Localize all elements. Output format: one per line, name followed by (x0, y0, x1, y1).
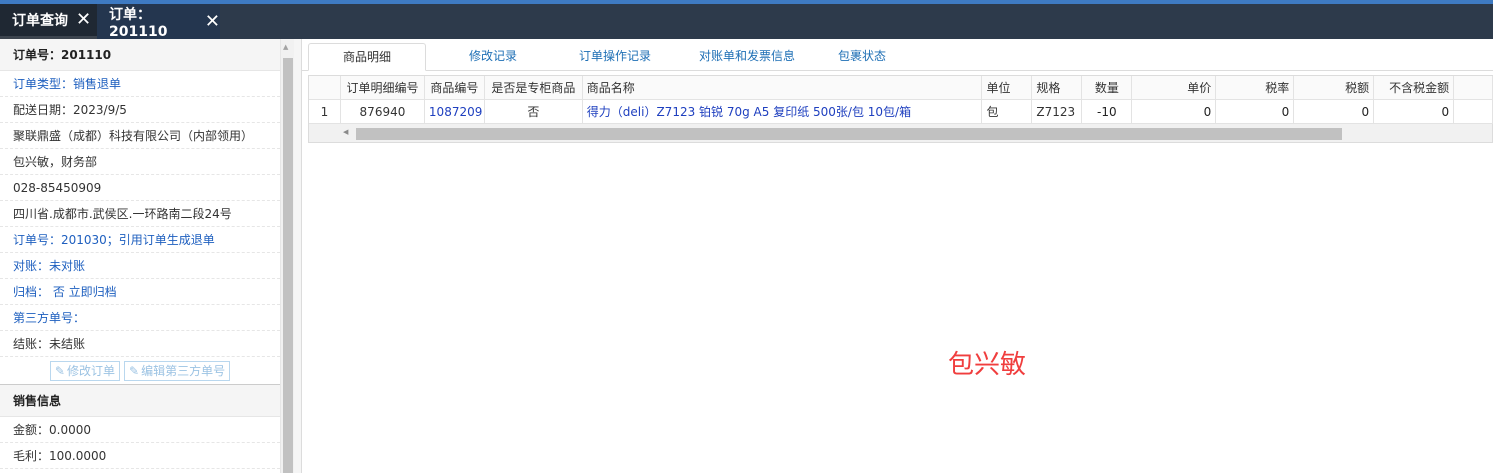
grid-header-row: 订单明细编号 商品编号 是否是专柜商品 商品名称 单位 规格 数量 单价 税率 … (309, 76, 1493, 100)
column-header[interactable]: 不含税金额 (1374, 76, 1455, 100)
settle-status: 结账：未结账 (0, 331, 280, 357)
scrollbar-thumb[interactable] (283, 58, 293, 473)
extra-cell (1454, 100, 1493, 124)
tab-package-status[interactable]: 包裹状态 (822, 43, 902, 71)
net-amount-cell: 0 (1374, 100, 1455, 124)
column-header-extra (1454, 76, 1493, 100)
price-cell: 0 (1132, 100, 1217, 124)
archive-status[interactable]: 归档： 否 立即归档 (0, 279, 280, 305)
column-header[interactable]: 税额 (1294, 76, 1375, 100)
tab-order-201110[interactable]: 订单：201110 ✕ (97, 4, 220, 40)
contact-person: 包兴敏，财务部 (0, 149, 280, 175)
detail-tab-bar: 商品明细 修改记录 订单操作记录 对账单和发票信息 包裹状态 (302, 39, 1493, 71)
reference-order[interactable]: 订单号：201030；引用订单生成退单 (0, 227, 280, 253)
modify-order-button[interactable]: ✎ 修改订单 (49, 360, 120, 381)
column-header[interactable]: 订单明细编号 (340, 76, 425, 100)
product-detail-grid: 订单明细编号 商品编号 是否是专柜商品 商品名称 单位 规格 数量 单价 税率 … (308, 75, 1493, 143)
table-row[interactable]: 1 876940 1087209 否 得力（deli）Z7123 铂锐 70g … (309, 100, 1493, 124)
scrollbar-thumb[interactable] (356, 128, 1342, 140)
tab-invoice-info[interactable]: 对账单和发票信息 (682, 43, 812, 71)
column-header[interactable]: 税率 (1216, 76, 1295, 100)
column-header[interactable]: 单位 (982, 76, 1033, 100)
tax-cell: 0 (1294, 100, 1375, 124)
tab-operation-log[interactable]: 订单操作记录 (558, 43, 672, 71)
is-counter-cell: 否 (484, 100, 583, 124)
column-header[interactable]: 商品名称 (582, 76, 983, 100)
column-header[interactable]: 是否是专柜商品 (484, 76, 583, 100)
spec-cell: Z7123 (1032, 100, 1083, 124)
tab-product-detail[interactable]: 商品明细 (308, 43, 426, 71)
row-index: 1 (309, 100, 341, 124)
phone-number: 028-85450909 (0, 175, 280, 201)
tab-label: 订单查询 (12, 13, 68, 29)
edit-icon: ✎ (129, 363, 140, 378)
grid-horizontal-scrollbar[interactable]: ◀ (309, 124, 1493, 143)
main-content: 商品明细 修改记录 订单操作记录 对账单和发票信息 包裹状态 订单明细编号 商品… (302, 39, 1493, 473)
tab-order-query[interactable]: 订单查询 ✕ (0, 4, 97, 39)
third-party-number: 第三方单号： (0, 305, 280, 331)
quantity-cell: -10 (1082, 100, 1133, 124)
order-number-title: 订单号：201110 (0, 39, 280, 71)
button-label: 编辑第三方单号 (141, 364, 226, 378)
panel-splitter[interactable] (294, 39, 302, 473)
product-name-link[interactable]: 得力（deli）Z7123 铂锐 70g A5 复印纸 500张/包 10包/箱 (582, 100, 983, 124)
column-header-index (309, 76, 341, 100)
edit-icon: ✎ (54, 363, 65, 378)
edit-third-party-button[interactable]: ✎ 编辑第三方单号 (124, 360, 231, 381)
tab-modify-log[interactable]: 修改记录 (438, 43, 548, 71)
scroll-up-icon[interactable]: ▲ (283, 43, 288, 51)
user-watermark: 包兴敏 (948, 350, 1027, 380)
sales-info-title: 销售信息 (0, 385, 280, 417)
column-header[interactable]: 单价 (1132, 76, 1217, 100)
scroll-left-icon[interactable]: ◀ (343, 128, 348, 136)
company-name: 聚联鼎盛（成都）科技有限公司（内部领用） (0, 123, 280, 149)
order-type: 订单类型：销售退单 (0, 71, 280, 97)
column-header[interactable]: 数量 (1082, 76, 1133, 100)
column-header[interactable]: 商品编号 (424, 76, 485, 100)
button-label: 修改订单 (66, 364, 115, 378)
tax-rate-cell: 0 (1216, 100, 1295, 124)
left-panel-scrollbar[interactable]: ▲ (281, 39, 294, 473)
column-header[interactable]: 规格 (1032, 76, 1083, 100)
close-icon[interactable]: ✕ (76, 11, 91, 29)
sales-amount: 金额：0.0000 (0, 417, 280, 443)
address: 四川省.成都市.武侯区.一环路南二段24号 (0, 201, 280, 227)
product-id-link[interactable]: 1087209 (424, 100, 485, 124)
unit-cell: 包 (982, 100, 1033, 124)
order-info-panel: 订单号：201110 订单类型：销售退单 配送日期：2023/9/5 聚联鼎盛（… (0, 39, 281, 473)
action-button-row: ✎ 修改订单 ✎ 编辑第三方单号 (0, 357, 280, 385)
close-icon[interactable]: ✕ (205, 12, 220, 31)
top-tab-bar: 订单查询 ✕ 订单：201110 ✕ (0, 4, 1493, 40)
delivery-date: 配送日期：2023/9/5 (0, 97, 280, 123)
detail-id-cell: 876940 (340, 100, 425, 124)
gross-profit: 毛利：100.0000 (0, 443, 280, 469)
tab-label: 订单：201110 (109, 6, 168, 40)
reconcile-status: 对账：未对账 (0, 253, 280, 279)
